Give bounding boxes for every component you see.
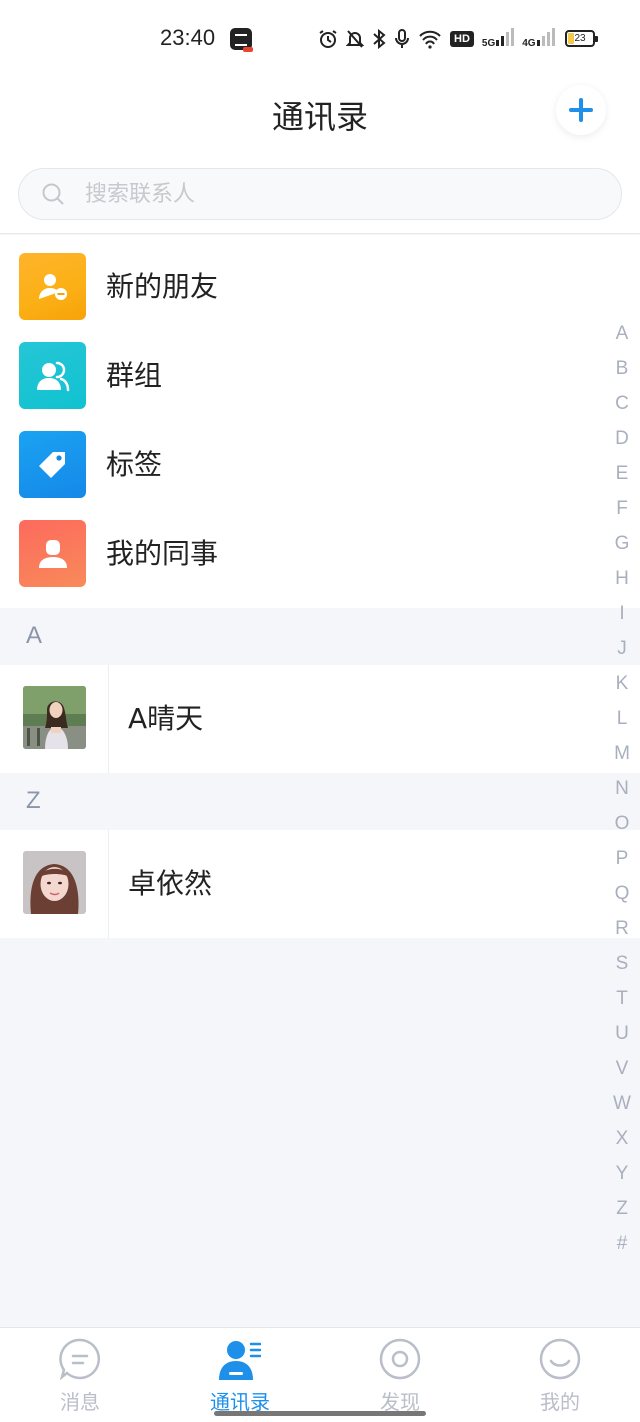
section-header-z: Z: [0, 773, 600, 830]
contact-row[interactable]: A晴天: [0, 665, 640, 773]
feature-list: 新的朋友 群组 标签 我的同事: [0, 235, 640, 608]
status-time: 23:40: [160, 25, 216, 50]
feature-label: 标签: [106, 448, 163, 481]
contacts-icon: [219, 1341, 261, 1380]
mute-icon: [346, 30, 364, 48]
index-letter-u[interactable]: U: [608, 1016, 636, 1051]
alarm-icon: [319, 30, 337, 48]
signal-icon: 5G: [482, 28, 515, 50]
alphabet-index[interactable]: A B C D E F G H I J K L M N O P Q R S T …: [608, 316, 636, 1261]
feature-colleagues[interactable]: 我的同事: [0, 502, 600, 591]
nav-contacts[interactable]: 通讯录: [160, 1328, 320, 1422]
signal-icon: 4G: [522, 28, 555, 50]
contact-row[interactable]: 卓依然: [0, 830, 640, 938]
index-letter-m[interactable]: M: [608, 736, 636, 771]
index-letter-a[interactable]: A: [608, 316, 636, 351]
index-letter-j[interactable]: J: [608, 631, 636, 666]
contact-name: 卓依然: [128, 867, 213, 900]
row-divider: [108, 830, 109, 938]
page-title: 通讯录: [271, 98, 368, 136]
photo-avatar-icon: [23, 851, 86, 914]
colleague-icon: [19, 520, 86, 587]
hd-icon: HD: [450, 31, 474, 47]
index-letter-z[interactable]: Z: [608, 1191, 636, 1226]
battery-icon: 23: [565, 30, 598, 47]
index-letter-c[interactable]: C: [608, 386, 636, 421]
index-letter-r[interactable]: R: [608, 911, 636, 946]
index-letter-hash[interactable]: #: [608, 1226, 636, 1261]
photo-avatar-icon: [23, 686, 86, 749]
home-indicator[interactable]: [214, 1411, 426, 1416]
section-letter: A: [26, 622, 43, 649]
index-letter-q[interactable]: Q: [608, 876, 636, 911]
feature-label: 我的同事: [106, 537, 219, 570]
battery-level: 23: [574, 33, 586, 44]
bluetooth-icon: [373, 29, 386, 49]
index-letter-s[interactable]: S: [608, 946, 636, 981]
index-letter-y[interactable]: Y: [608, 1156, 636, 1191]
index-letter-x[interactable]: X: [608, 1121, 636, 1156]
status-bar: 23:40 HD 5G 4G 23: [0, 0, 640, 80]
discover-icon: [379, 1338, 421, 1380]
nav-discover[interactable]: 发现: [320, 1328, 480, 1422]
feature-new-friends[interactable]: 新的朋友: [0, 235, 600, 324]
add-button[interactable]: [556, 85, 606, 135]
nav-messages[interactable]: 消息: [0, 1328, 160, 1422]
index-letter-d[interactable]: D: [608, 421, 636, 456]
feature-groups[interactable]: 群组: [0, 324, 600, 413]
header: 通讯录: [0, 80, 640, 234]
index-letter-o[interactable]: O: [608, 806, 636, 841]
index-letter-b[interactable]: B: [608, 351, 636, 386]
index-letter-w[interactable]: W: [608, 1086, 636, 1121]
search-input[interactable]: [85, 169, 585, 219]
nav-label: 我的: [540, 1390, 580, 1414]
index-letter-t[interactable]: T: [608, 981, 636, 1016]
nav-profile[interactable]: 我的: [480, 1328, 640, 1422]
section-letter: Z: [26, 787, 41, 814]
index-letter-n[interactable]: N: [608, 771, 636, 806]
index-letter-h[interactable]: H: [608, 561, 636, 596]
index-letter-v[interactable]: V: [608, 1051, 636, 1086]
wifi-icon: [419, 30, 441, 49]
search-bar[interactable]: [18, 168, 622, 220]
feature-label: 群组: [106, 359, 163, 392]
index-letter-g[interactable]: G: [608, 526, 636, 561]
group-icon: [19, 342, 86, 409]
new-friend-icon: [19, 253, 86, 320]
status-icons: HD 5G 4G: [318, 26, 555, 52]
tag-icon: [19, 431, 86, 498]
mic-icon: [395, 29, 409, 48]
contact-name: A晴天: [128, 702, 204, 735]
index-letter-k[interactable]: K: [608, 666, 636, 701]
feature-tags[interactable]: 标签: [0, 413, 600, 502]
index-letter-f[interactable]: F: [608, 491, 636, 526]
bottom-nav: 消息 通讯录 发现 我的: [0, 1327, 640, 1422]
index-letter-i[interactable]: I: [608, 596, 636, 631]
nav-label: 消息: [60, 1390, 100, 1414]
search-icon: [42, 183, 64, 205]
app-notification-icon: [230, 28, 253, 52]
row-divider: [108, 665, 109, 773]
section-header-a: A: [0, 608, 600, 665]
profile-icon: [539, 1338, 581, 1380]
index-letter-p[interactable]: P: [608, 841, 636, 876]
index-letter-l[interactable]: L: [608, 701, 636, 736]
feature-label: 新的朋友: [106, 270, 219, 303]
index-letter-e[interactable]: E: [608, 456, 636, 491]
message-icon: [59, 1338, 101, 1380]
